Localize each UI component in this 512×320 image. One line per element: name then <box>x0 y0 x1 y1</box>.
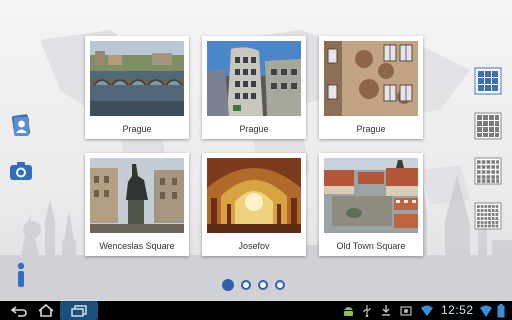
contacts-button[interactable] <box>8 113 34 139</box>
camera-button[interactable] <box>8 158 34 184</box>
wifi-icon <box>421 305 433 316</box>
painted-facade-photo <box>324 41 418 116</box>
place-card[interactable]: Old Town Square <box>319 153 423 256</box>
wifi-signal-icon <box>480 305 492 317</box>
usb-icon <box>363 305 371 317</box>
view-grid-4x4-button[interactable] <box>474 112 502 140</box>
grid-3x3-icon <box>474 67 502 95</box>
place-card-label: Prague <box>239 124 269 134</box>
page-dot[interactable] <box>241 280 251 290</box>
view-grid-6x6-button[interactable] <box>474 202 502 230</box>
contact-card-icon <box>11 114 31 136</box>
place-card-label: Old Town Square <box>336 241 406 251</box>
home-icon <box>38 304 54 317</box>
statue-square-photo <box>90 158 184 233</box>
view-grid-5x5-button[interactable] <box>474 157 502 185</box>
place-card[interactable]: Prague <box>202 36 306 139</box>
recent-apps-button[interactable] <box>60 301 98 320</box>
recent-apps-icon <box>71 304 87 317</box>
back-button[interactable] <box>10 303 28 318</box>
info-icon <box>17 262 25 287</box>
place-card[interactable]: Prague <box>85 36 189 139</box>
place-card[interactable]: Prague <box>319 36 423 139</box>
info-button[interactable] <box>8 262 34 288</box>
dancing-house-photo <box>207 41 301 116</box>
place-card-label: Josefov <box>238 241 270 251</box>
page-dot-active[interactable] <box>222 279 234 291</box>
place-card-label: Prague <box>122 124 152 134</box>
android-icon <box>344 307 353 316</box>
battery-icon <box>497 304 505 318</box>
place-card[interactable]: Wenceslas Square <box>85 153 189 256</box>
place-card-label: Wenceslas Square <box>99 241 175 251</box>
view-grid-3x3-button[interactable] <box>474 67 502 95</box>
home-button[interactable] <box>37 303 55 318</box>
old-town-aerial-photo <box>324 158 418 233</box>
bridge-river-photo <box>90 41 184 116</box>
page-dot[interactable] <box>258 280 268 290</box>
grid-5x5-icon <box>474 157 502 185</box>
system-bar: 12:52 <box>0 301 512 320</box>
page-indicator <box>222 279 285 291</box>
synagogue-interior-photo <box>207 158 301 233</box>
download-icon <box>382 305 390 316</box>
page-dot[interactable] <box>275 280 285 290</box>
place-card-label: Prague <box>356 124 386 134</box>
grid-4x4-icon <box>474 112 502 140</box>
back-icon <box>11 305 27 317</box>
screenshot-icon <box>400 306 412 316</box>
grid-6x6-icon <box>474 202 502 230</box>
place-card[interactable]: Josefov <box>202 153 306 256</box>
camera-icon <box>10 162 32 180</box>
clock: 12:52 <box>441 303 474 317</box>
